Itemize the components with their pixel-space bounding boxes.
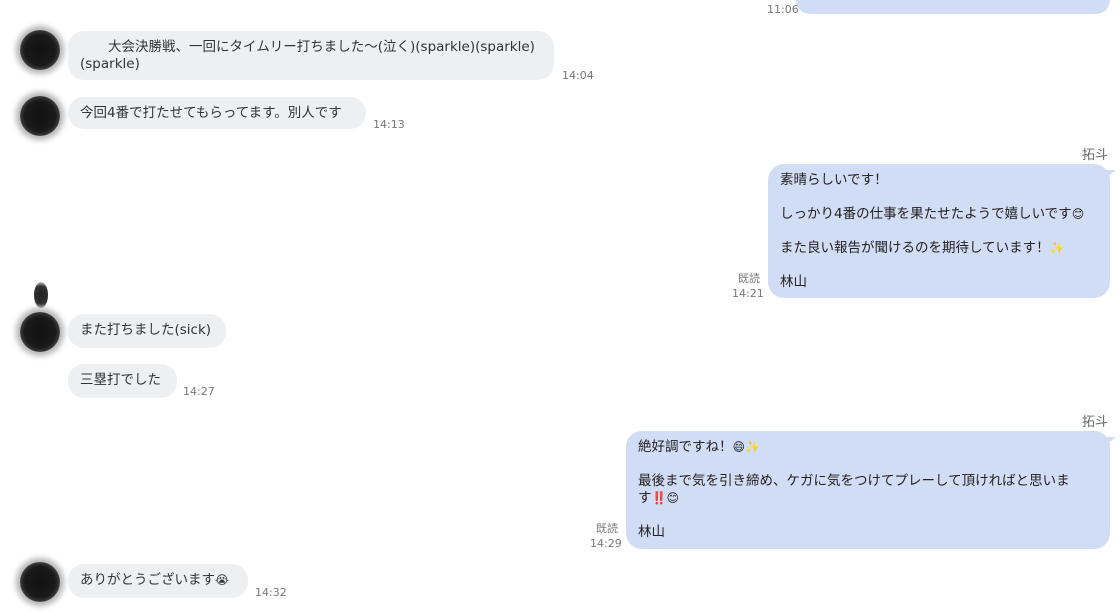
message-time: 14:04 [562, 69, 594, 82]
message-time: 14:21 [732, 287, 764, 300]
message-text: 絶好調ですね！ [638, 439, 733, 455]
avatar[interactable] [20, 30, 60, 70]
message-time: 14:13 [373, 118, 405, 131]
bubble-tail [1106, 170, 1116, 178]
sparkles-emoji-icon: ✨ [1049, 241, 1065, 255]
message-text: 今回4番で打たせてもらってます。別人です [80, 105, 342, 121]
message-text: 大会決勝戦、一回にタイムリー打ちました〜(泣く)(sparkle)(sparkl… [108, 39, 535, 55]
message-bubble-incoming[interactable]: 三塁打でした [68, 364, 177, 398]
message-text-continued: す [638, 490, 652, 506]
message-text-continued: (sparkle) [80, 56, 140, 72]
read-receipt: 既読 [738, 272, 760, 285]
message-text: ありがとうございます [80, 572, 215, 588]
bubble-tail [1106, 437, 1116, 445]
message-text: しっかり4番の仕事を果たせたようで嬉しいです [780, 206, 1072, 222]
message-signature: 林山 [780, 274, 807, 290]
message-bubble-outgoing-top: 林山 [796, 0, 1110, 14]
message-bubble-outgoing[interactable]: 素晴らしいです！ しっかり4番の仕事を果たせたようで嬉しいです😊 また良い報告が… [768, 164, 1116, 298]
crying-emoji-icon: 😭 [215, 573, 230, 587]
exclamation-smile-emoji-icon: ‼️😊 [651, 491, 679, 505]
message-bubble-incoming[interactable]: 今回4番で打たせてもらってます。別人です [68, 97, 366, 129]
avatar[interactable] [20, 562, 60, 602]
message-signature: 林山 [638, 524, 665, 540]
avatar[interactable] [20, 96, 60, 136]
message-time: 11:06 [767, 3, 799, 16]
redaction-blot [34, 282, 48, 308]
message-time: 14:27 [183, 385, 215, 398]
message-time: 14:32 [255, 586, 287, 599]
message-text: また打ちました(sick) [80, 322, 212, 338]
grin-sparkles-emoji-icon: 😄✨ [732, 440, 760, 454]
message-text: 素晴らしいです！ [780, 172, 888, 188]
message-text: また良い報告が聞けるのを期待しています！ [780, 240, 1050, 256]
message-time: 14:29 [590, 537, 622, 550]
message-bubble-incoming[interactable]: 大会決勝戦、一回にタイムリー打ちました〜(泣く)(sparkle)(sparkl… [68, 31, 554, 80]
message-text: 最後まで気を引き締め、ケガに気をつけてプレーして頂ければと思いま [638, 473, 1070, 489]
message-bubble-outgoing[interactable]: 絶好調ですね！😄✨ 最後まで気を引き締め、ケガに気をつけてプレーして頂ければと思… [626, 431, 1116, 549]
smile-emoji-icon: 😊 [1071, 207, 1085, 221]
message-bubble-incoming[interactable]: また打ちました(sick) [68, 314, 226, 348]
sender-name: 拓斗 [1082, 148, 1109, 163]
read-receipt: 既読 [596, 522, 618, 535]
avatar[interactable] [20, 312, 60, 352]
message-bubble-incoming[interactable]: ありがとうございます😭 [68, 564, 248, 598]
sender-name: 拓斗 [1082, 415, 1109, 430]
message-text: 三塁打でした [80, 372, 161, 388]
